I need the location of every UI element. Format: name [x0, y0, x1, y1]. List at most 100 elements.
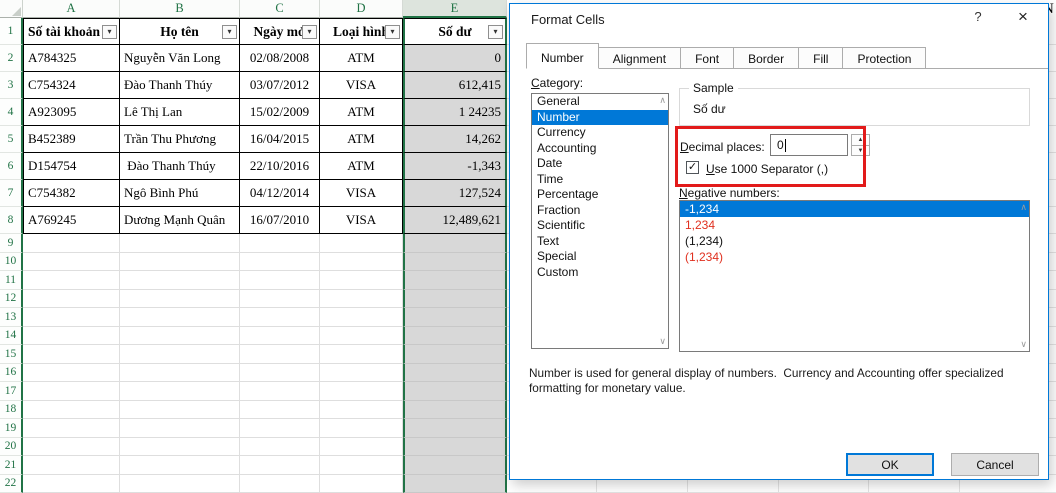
- cell-B1[interactable]: Họ tên▾: [120, 18, 240, 45]
- cell-C12[interactable]: [240, 290, 320, 309]
- category-item-scientific[interactable]: Scientific: [532, 218, 668, 234]
- row-header-8[interactable]: 8: [0, 207, 23, 234]
- row-header-20[interactable]: 20: [0, 438, 23, 457]
- row-header-1[interactable]: 1: [0, 18, 23, 45]
- cell-C4[interactable]: 15/02/2009: [240, 99, 320, 126]
- cell-C11[interactable]: [240, 271, 320, 290]
- filter-button-E[interactable]: ▾: [488, 25, 503, 39]
- cell-E2[interactable]: 0: [403, 45, 507, 72]
- help-icon[interactable]: ?: [965, 9, 991, 29]
- cell-B10[interactable]: [120, 253, 240, 272]
- cell-D3[interactable]: VISA: [320, 72, 403, 99]
- category-item-percentage[interactable]: Percentage: [532, 187, 668, 203]
- filter-button-C[interactable]: ▾: [302, 25, 317, 39]
- tab-number[interactable]: Number: [526, 43, 599, 69]
- cell-C5[interactable]: 16/04/2015: [240, 126, 320, 153]
- cell-E3[interactable]: 612,415: [403, 72, 507, 99]
- cell-A8[interactable]: A769245: [23, 207, 120, 234]
- cell-B20[interactable]: [120, 438, 240, 457]
- cell-D17[interactable]: [320, 382, 403, 401]
- filter-button-D[interactable]: ▾: [385, 25, 400, 39]
- cell-B9[interactable]: [120, 234, 240, 253]
- cell-D13[interactable]: [320, 308, 403, 327]
- scrollbar-down-icon[interactable]: ∨: [1020, 339, 1027, 350]
- cell-B2[interactable]: Nguyễn Văn Long: [120, 45, 240, 72]
- cell-B8[interactable]: Dương Mạnh Quân: [120, 207, 240, 234]
- cell-B22[interactable]: [120, 475, 240, 493]
- category-item-date[interactable]: Date: [532, 156, 668, 172]
- cell-A17[interactable]: [23, 382, 120, 401]
- category-item-general[interactable]: General: [532, 94, 668, 110]
- cell-B4[interactable]: Lê Thị Lan: [120, 99, 240, 126]
- cell-E6[interactable]: -1,343: [403, 153, 507, 180]
- cancel-button[interactable]: Cancel: [951, 453, 1039, 476]
- cell-D8[interactable]: VISA: [320, 207, 403, 234]
- tab-font[interactable]: Font: [681, 47, 734, 68]
- category-item-accounting[interactable]: Accounting: [532, 141, 668, 157]
- cell-E4[interactable]: 1 24235: [403, 99, 507, 126]
- cell-C1[interactable]: Ngày mở▾: [240, 18, 320, 45]
- row-header-22[interactable]: 22: [0, 475, 23, 493]
- cell-D4[interactable]: ATM: [320, 99, 403, 126]
- row-header-15[interactable]: 15: [0, 345, 23, 364]
- cell-B21[interactable]: [120, 456, 240, 475]
- category-item-time[interactable]: Time: [532, 172, 668, 188]
- category-item-currency[interactable]: Currency: [532, 125, 668, 141]
- cell-C17[interactable]: [240, 382, 320, 401]
- cell-D16[interactable]: [320, 364, 403, 383]
- cell-B13[interactable]: [120, 308, 240, 327]
- filter-button-A[interactable]: ▾: [102, 25, 117, 39]
- row-header-17[interactable]: 17: [0, 382, 23, 401]
- row-header-3[interactable]: 3: [0, 72, 23, 99]
- cell-D21[interactable]: [320, 456, 403, 475]
- cell-B11[interactable]: [120, 271, 240, 290]
- cell-A5[interactable]: B452389: [23, 126, 120, 153]
- category-item-custom[interactable]: Custom: [532, 265, 668, 281]
- cell-E15[interactable]: [403, 345, 507, 364]
- cell-A11[interactable]: [23, 271, 120, 290]
- cell-A18[interactable]: [23, 401, 120, 420]
- cell-A3[interactable]: C754324: [23, 72, 120, 99]
- cell-A4[interactable]: A923095: [23, 99, 120, 126]
- negative-option-3[interactable]: (1,234): [680, 249, 1029, 265]
- tab-alignment[interactable]: Alignment: [599, 47, 681, 68]
- cell-C21[interactable]: [240, 456, 320, 475]
- cell-E17[interactable]: [403, 382, 507, 401]
- cell-D18[interactable]: [320, 401, 403, 420]
- cell-D19[interactable]: [320, 419, 403, 438]
- row-header-18[interactable]: 18: [0, 401, 23, 420]
- negative-option-0[interactable]: -1,234: [680, 201, 1029, 217]
- cell-C7[interactable]: 04/12/2014: [240, 180, 320, 207]
- cell-B14[interactable]: [120, 327, 240, 346]
- cell-C22[interactable]: [240, 475, 320, 493]
- cell-B18[interactable]: [120, 401, 240, 420]
- tab-protection[interactable]: Protection: [843, 47, 926, 68]
- category-item-text[interactable]: Text: [532, 234, 668, 250]
- cell-E18[interactable]: [403, 401, 507, 420]
- cell-D9[interactable]: [320, 234, 403, 253]
- cell-C13[interactable]: [240, 308, 320, 327]
- cell-D2[interactable]: ATM: [320, 45, 403, 72]
- cell-C19[interactable]: [240, 419, 320, 438]
- cell-E5[interactable]: 14,262: [403, 126, 507, 153]
- decimal-places-input[interactable]: 0: [770, 134, 848, 156]
- cell-A9[interactable]: [23, 234, 120, 253]
- row-header-19[interactable]: 19: [0, 419, 23, 438]
- cell-B7[interactable]: Ngô Bình Phú: [120, 180, 240, 207]
- column-header-D[interactable]: D: [320, 0, 403, 18]
- cell-E19[interactable]: [403, 419, 507, 438]
- cell-B15[interactable]: [120, 345, 240, 364]
- cell-E1[interactable]: Số dư▾: [403, 18, 507, 45]
- cell-A10[interactable]: [23, 253, 120, 272]
- cell-B3[interactable]: Đào Thanh Thúy: [120, 72, 240, 99]
- row-header-13[interactable]: 13: [0, 308, 23, 327]
- cell-E11[interactable]: [403, 271, 507, 290]
- cell-C16[interactable]: [240, 364, 320, 383]
- cell-C10[interactable]: [240, 253, 320, 272]
- cell-D11[interactable]: [320, 271, 403, 290]
- cell-B19[interactable]: [120, 419, 240, 438]
- cell-A22[interactable]: [23, 475, 120, 493]
- row-header-7[interactable]: 7: [0, 180, 23, 207]
- cell-D6[interactable]: ATM: [320, 153, 403, 180]
- row-header-16[interactable]: 16: [0, 364, 23, 383]
